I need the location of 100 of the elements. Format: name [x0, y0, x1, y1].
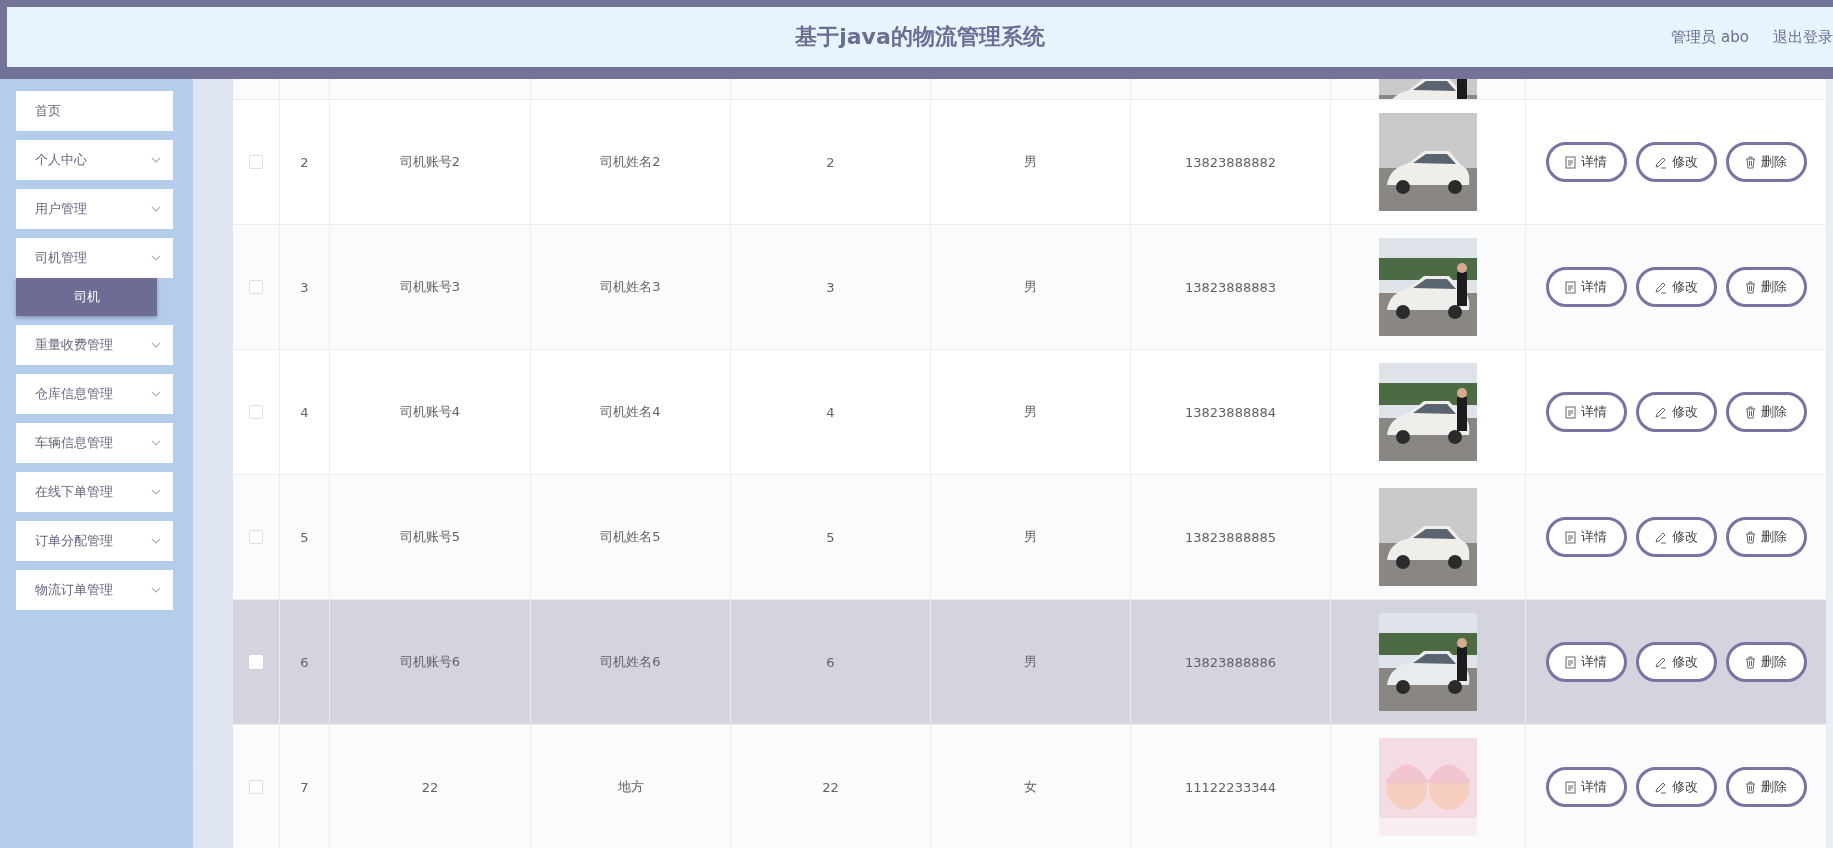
- delete-button[interactable]: 删除: [1725, 267, 1807, 307]
- table-cell: 13823888885: [1131, 475, 1331, 599]
- table-cell: 司机姓名6: [531, 600, 731, 724]
- user-label: 管理员 abo: [1671, 27, 1749, 47]
- row-checkbox[interactable]: [249, 780, 263, 794]
- table-cell: 司机账号5: [330, 475, 531, 599]
- document-icon: [1565, 280, 1576, 294]
- trash-icon: [1745, 530, 1756, 544]
- pencil-icon: [1654, 655, 1667, 669]
- table-cell: 6: [731, 600, 931, 724]
- table-row[interactable]: 5 司机账号5 司机姓名5 5 男 13823888885 详情 修改 删除: [233, 475, 1826, 600]
- table-cell: 司机账号6: [330, 600, 531, 724]
- document-icon: [1565, 655, 1576, 669]
- table-row[interactable]: 3 司机账号3 司机姓名3 3 男 13823888883 详情 修改 删除: [233, 225, 1826, 350]
- table-cell: 男: [931, 225, 1131, 349]
- pencil-icon: [1654, 405, 1667, 419]
- table-row[interactable]: 7 22 地方 22 女 11122233344 详情 修改 删除: [233, 725, 1826, 848]
- detail-button[interactable]: 详情: [1545, 392, 1627, 432]
- table-row[interactable]: 2 司机账号2 司机姓名2 2 男 13823888882 详情 修改 删除: [233, 100, 1826, 225]
- delete-button[interactable]: 删除: [1725, 642, 1807, 682]
- table-cell: 6: [280, 600, 330, 724]
- pencil-icon: [1654, 780, 1667, 794]
- row-checkbox[interactable]: [249, 530, 263, 544]
- edit-button[interactable]: 修改: [1635, 267, 1717, 307]
- table-cell: 4: [731, 350, 931, 474]
- table-cell: 11122233344: [1131, 725, 1331, 848]
- trash-icon: [1745, 405, 1756, 419]
- table-cell: 地方: [531, 725, 731, 848]
- pencil-icon: [1654, 530, 1667, 544]
- menu-item[interactable]: 车辆信息管理: [16, 423, 173, 463]
- logout-link[interactable]: 退出登录: [1773, 27, 1833, 47]
- chevron-icon: [151, 587, 161, 593]
- table-cell: 13823888883: [1131, 225, 1331, 349]
- submenu-item[interactable]: 司机: [16, 278, 157, 316]
- pencil-icon: [1654, 280, 1667, 294]
- document-icon: [1565, 780, 1576, 794]
- chevron-icon: [151, 157, 161, 163]
- table-cell: 男: [931, 600, 1131, 724]
- table-cell: 3: [280, 225, 330, 349]
- menu-item[interactable]: 首页: [16, 91, 173, 131]
- table-cell: 司机姓名4: [531, 350, 731, 474]
- menu-item[interactable]: 在线下单管理: [16, 472, 173, 512]
- delete-button[interactable]: 删除: [1725, 142, 1807, 182]
- detail-button[interactable]: 详情: [1545, 767, 1627, 807]
- edit-button[interactable]: 修改: [1635, 517, 1717, 557]
- document-icon: [1565, 530, 1576, 544]
- chevron-icon: [151, 391, 161, 397]
- menu-item[interactable]: 用户管理: [16, 189, 173, 229]
- table-cell: 司机账号3: [330, 225, 531, 349]
- delete-button[interactable]: 删除: [1725, 517, 1807, 557]
- app-title: 基于java的物流管理系统: [795, 23, 1045, 51]
- table-row[interactable]: 4 司机账号4 司机姓名4 4 男 13823888884 详情 修改 删除: [233, 350, 1826, 475]
- edit-button[interactable]: 修改: [1635, 142, 1717, 182]
- delete-button[interactable]: 删除: [1725, 392, 1807, 432]
- table-cell: 7: [280, 725, 330, 848]
- menu-item[interactable]: 个人中心: [16, 140, 173, 180]
- menu-item[interactable]: 重量收费管理: [16, 325, 173, 365]
- detail-button[interactable]: 详情: [1545, 642, 1627, 682]
- edit-button[interactable]: 修改: [1635, 767, 1717, 807]
- table-cell: 男: [931, 475, 1131, 599]
- menu-item[interactable]: 订单分配管理: [16, 521, 173, 561]
- trash-icon: [1745, 155, 1756, 169]
- table-cell: 22: [330, 725, 531, 848]
- chevron-icon: [151, 255, 161, 261]
- trash-icon: [1745, 280, 1756, 294]
- table-cell: 4: [280, 350, 330, 474]
- table-cell: 司机姓名3: [531, 225, 731, 349]
- document-icon: [1565, 405, 1576, 419]
- row-checkbox[interactable]: [249, 155, 263, 169]
- detail-button[interactable]: 详情: [1545, 517, 1627, 557]
- table-cell: 13823888886: [1131, 600, 1331, 724]
- trash-icon: [1745, 655, 1756, 669]
- document-icon: [1565, 155, 1576, 169]
- row-checkbox[interactable]: [249, 280, 263, 294]
- delete-button[interactable]: 删除: [1725, 767, 1807, 807]
- chevron-icon: [151, 489, 161, 495]
- row-checkbox[interactable]: [249, 405, 263, 419]
- edit-button[interactable]: 修改: [1635, 392, 1717, 432]
- chevron-icon: [151, 538, 161, 544]
- table-cell: 2: [280, 100, 330, 224]
- table-cell: 司机姓名2: [531, 100, 731, 224]
- menu-item[interactable]: 仓库信息管理: [16, 374, 173, 414]
- table-row[interactable]: 6 司机账号6 司机姓名6 6 男 13823888886 详情 修改 删除: [233, 600, 1826, 725]
- table-cell: 司机姓名5: [531, 475, 731, 599]
- table-cell: 3: [731, 225, 931, 349]
- table-cell: 男: [931, 350, 1131, 474]
- menu-item[interactable]: 司机管理: [16, 238, 173, 278]
- table-cell: 5: [731, 475, 931, 599]
- detail-button[interactable]: 详情: [1545, 267, 1627, 307]
- table-cell: 司机账号4: [330, 350, 531, 474]
- table-cell: 司机账号2: [330, 100, 531, 224]
- menu-item[interactable]: 物流订单管理: [16, 570, 173, 610]
- table-cell: 22: [731, 725, 931, 848]
- table-cell: 2: [731, 100, 931, 224]
- table-cell: 13823888882: [1131, 100, 1331, 224]
- table-cell: 女: [931, 725, 1131, 848]
- pencil-icon: [1654, 155, 1667, 169]
- trash-icon: [1745, 780, 1756, 794]
- edit-button[interactable]: 修改: [1635, 642, 1717, 682]
- detail-button[interactable]: 详情: [1545, 142, 1627, 182]
